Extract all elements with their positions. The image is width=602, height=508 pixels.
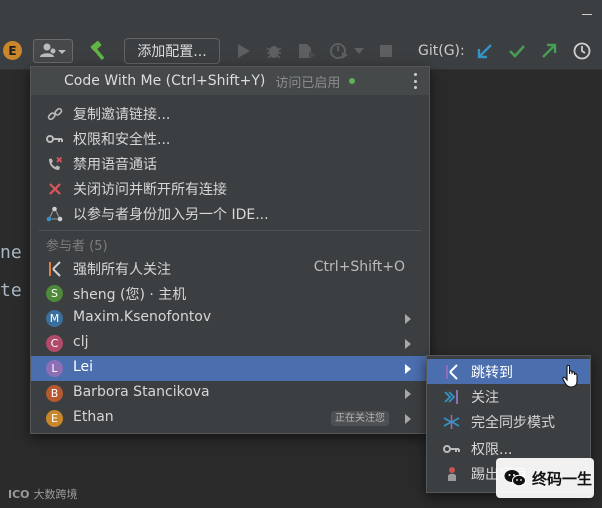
key-icon	[443, 440, 460, 457]
menu-item-label: 权限和安全性...	[73, 132, 171, 148]
avatar: S	[46, 285, 63, 302]
avatar-letter: E	[46, 410, 63, 427]
menu-item-permissions-security[interactable]: 权限和安全性...	[31, 126, 429, 151]
more-options-icon[interactable]	[414, 73, 418, 89]
stop-icon[interactable]	[376, 41, 396, 61]
menu-item-copy-invite-link[interactable]: 复制邀请链接...	[31, 101, 429, 126]
menu-item-label: 关闭访问并断开所有连接	[73, 182, 227, 198]
participant-name: Maxim.Ksenofontov	[73, 309, 212, 325]
chevron-down-icon[interactable]	[352, 41, 366, 61]
popup-header: Code With Me (Ctrl+Shift+Y) 访问已启用	[31, 67, 429, 95]
window-title-bar	[0, 0, 602, 30]
kick-icon	[443, 465, 460, 482]
close-icon	[46, 180, 63, 197]
minimize-icon[interactable]	[582, 14, 592, 15]
popup-title: Code With Me (Ctrl+Shift+Y)	[64, 73, 266, 89]
submenu-item-label: 跳转到	[471, 365, 513, 381]
watermark-logo: ICO 大数跨境	[8, 486, 78, 502]
watermark-logo-mark: ICO	[8, 487, 30, 501]
participant-item[interactable]: C clj	[31, 331, 429, 356]
chevron-right-icon	[405, 339, 411, 349]
submenu-item-label: 完全同步模式	[471, 415, 555, 431]
code-with-me-icon	[40, 43, 66, 57]
avatar: L	[46, 360, 63, 377]
access-status: 访问已启用	[275, 75, 341, 91]
follow-icon	[443, 363, 460, 380]
code-with-me-button[interactable]	[33, 39, 73, 63]
avatar-letter: S	[46, 285, 63, 302]
watermark-badge-text: 终码一生	[532, 469, 593, 488]
menu-item-label: 禁用语音通话	[73, 157, 157, 173]
menu-item-force-follow[interactable]: 强制所有人关注 Ctrl+Shift+O	[31, 256, 429, 281]
menu-item-label: 复制邀请链接...	[73, 107, 171, 123]
editor-code-line: ne	[0, 242, 22, 263]
profiler-icon[interactable]	[328, 41, 350, 61]
status-dot-icon	[349, 78, 356, 84]
participant-name: clj	[73, 334, 89, 350]
avatar: B	[46, 385, 63, 402]
wechat-icon	[504, 470, 526, 487]
avatar: E	[46, 410, 63, 427]
participant-name: Barbora Stancikova	[73, 384, 210, 400]
git-update-icon[interactable]	[473, 40, 497, 62]
participant-name: sheng (您) · 主机	[73, 287, 187, 303]
following-you-badge: 正在关注您	[331, 411, 389, 426]
user-avatar[interactable]: E	[3, 41, 22, 60]
menu-item-disable-voice-call[interactable]: 禁用语音通话	[31, 151, 429, 176]
menu-item-join-other-ide[interactable]: 以参与者身份加入另一个 IDE...	[31, 201, 429, 226]
git-commit-icon[interactable]	[505, 40, 529, 62]
watermark-text: 大数跨境	[33, 488, 78, 501]
key-icon	[46, 130, 63, 147]
build-hammer-icon[interactable]	[88, 40, 110, 62]
avatar: M	[46, 310, 63, 327]
participant-item[interactable]: B Barbora Stancikova	[31, 381, 429, 406]
follow-icon	[46, 260, 63, 277]
link-icon	[46, 105, 63, 122]
menu-item-label: 强制所有人关注	[73, 262, 171, 278]
join-ide-icon	[46, 205, 63, 222]
chevron-right-icon	[405, 414, 411, 424]
avatar-letter: B	[46, 385, 63, 402]
git-label: Git(G):	[418, 43, 465, 59]
participant-item-selected[interactable]: L Lei	[31, 356, 429, 381]
participant-item[interactable]: E Ethan 正在关注您	[31, 406, 429, 431]
submenu-item-label: 权限...	[471, 442, 513, 458]
avatar-letter: M	[46, 310, 63, 327]
editor-code-line: te	[0, 280, 22, 301]
coverage-icon[interactable]	[296, 41, 318, 61]
menu-item-close-access[interactable]: 关闭访问并断开所有连接	[31, 176, 429, 201]
participant-item[interactable]: M Maxim.Ksenofontov	[31, 306, 429, 331]
sync-icon	[443, 413, 460, 430]
avatar: C	[46, 335, 63, 352]
phone-off-icon	[46, 155, 63, 172]
separator	[39, 230, 421, 231]
git-push-icon[interactable]	[537, 40, 561, 62]
participant-item[interactable]: S sheng (您) · 主机	[31, 281, 429, 306]
debug-icon[interactable]	[264, 41, 284, 61]
chevron-right-icon	[405, 314, 411, 324]
avatar-letter: C	[46, 335, 63, 352]
avatar-letter: L	[46, 360, 63, 377]
participants-header: 参与者 (5)	[46, 239, 108, 254]
submenu-item-full-sync[interactable]: 完全同步模式	[427, 409, 590, 434]
add-configuration-button[interactable]: 添加配置...	[124, 38, 220, 64]
chevron-right-icon	[405, 364, 411, 374]
mouse-cursor-icon	[562, 364, 580, 388]
wechat-watermark-badge: 终码一生	[496, 458, 594, 498]
clock-icon[interactable]	[570, 40, 594, 62]
submenu-item-label: 关注	[471, 390, 499, 406]
menu-item-label: 以参与者身份加入另一个 IDE...	[73, 207, 269, 223]
follow-icon	[443, 388, 460, 405]
participant-name: Ethan	[73, 409, 114, 425]
chevron-right-icon	[405, 389, 411, 399]
participant-name: Lei	[73, 359, 94, 375]
main-toolbar: E 添加配置... Git(G):	[0, 30, 602, 70]
code-with-me-popup: Code With Me (Ctrl+Shift+Y) 访问已启用 复制邀请链接…	[30, 66, 430, 434]
shortcut-label: Ctrl+Shift+O	[313, 259, 405, 275]
run-icon[interactable]	[234, 41, 254, 61]
